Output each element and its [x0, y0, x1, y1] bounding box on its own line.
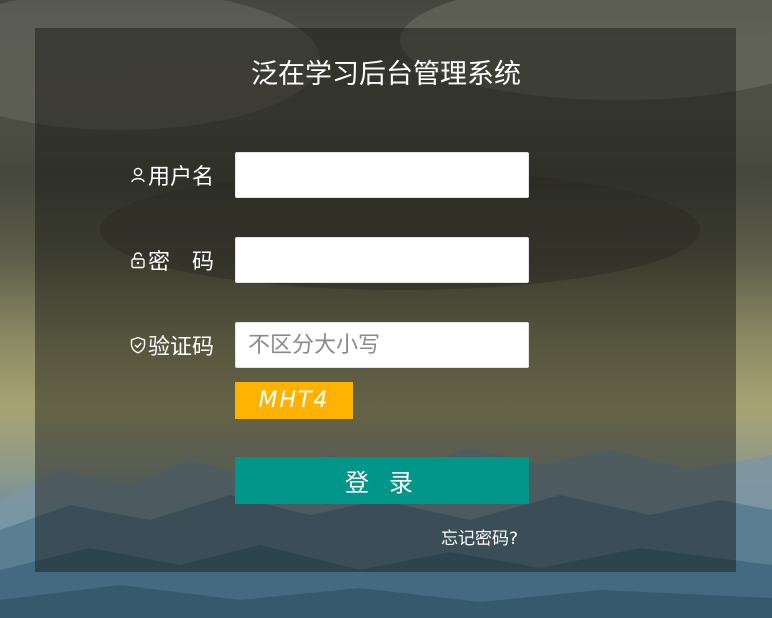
username-label-text: 用户名 — [148, 165, 215, 190]
username-input[interactable] — [235, 152, 529, 198]
captcha-image[interactable]: MHT4 — [235, 382, 353, 419]
page-title: 泛在学习后台管理系统 — [251, 59, 521, 90]
captcha-input[interactable] — [235, 322, 529, 368]
password-input[interactable] — [235, 237, 529, 283]
login-button[interactable]: 登录 — [235, 457, 529, 504]
shield-icon — [129, 336, 147, 354]
lock-icon — [129, 251, 147, 269]
user-icon — [129, 166, 147, 184]
username-label: 用户名 — [129, 152, 214, 198]
password-label-text: 密 码 — [148, 250, 215, 275]
captcha-label: 验证码 — [129, 322, 214, 368]
forgot-password-link[interactable]: 忘记密码? — [441, 524, 518, 549]
password-label: 密 码 — [129, 237, 214, 283]
captcha-label-text: 验证码 — [148, 335, 215, 360]
